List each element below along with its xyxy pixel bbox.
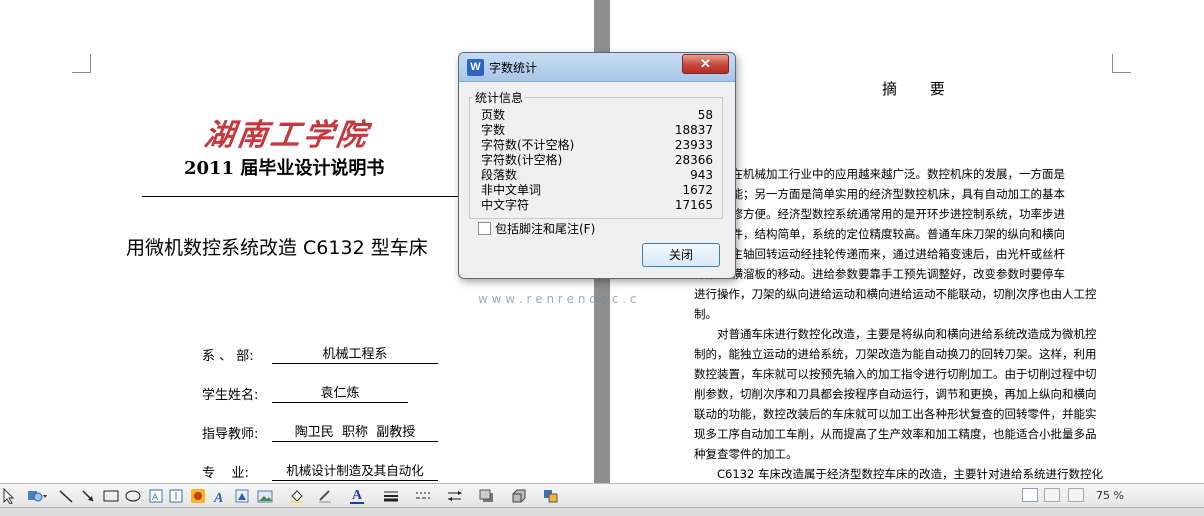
include-footnotes-checkbox[interactable] <box>478 222 491 235</box>
abstract-line: 动是由主轴回转运动经挂轮传递而来，通过进给箱变速后，由光杆或丝杆 <box>697 247 1065 261</box>
abstract-line: 驱动元件，结构简单，系统的定位精度较高。普通车床刀架的纵向和横向 <box>697 227 1065 241</box>
cover-info-row-student: 学生姓名: 袁仁炼 <box>202 382 408 403</box>
abstract-line: 联动的功能，数控改装后的车床就可以加工出各种形状复查的回转零件，并能实 <box>694 407 1097 421</box>
picture-icon[interactable] <box>256 488 274 504</box>
stat-label: 字数 <box>481 123 506 137</box>
abstract-line: 现多工序自动加工车削，从而提高了生产效率和加工精度，也能适合小批量多品 <box>694 427 1097 441</box>
stat-value: 18837 <box>674 123 713 137</box>
outline-view-icon[interactable] <box>1044 488 1060 502</box>
abstract-line: C6132 车床改造属于经济型数控车床的改造，主要针对进给系统进行数控化 <box>694 467 1103 481</box>
dialog-title: 字数统计 <box>489 61 538 75</box>
cover-info-row-department: 系 、 部: 机械工程系 <box>202 343 438 364</box>
zoom-level[interactable]: 75 % <box>1096 488 1146 504</box>
autoshapes-icon[interactable] <box>26 488 48 504</box>
diagram-icon[interactable]: A <box>212 488 228 504</box>
abstract-line: 进行操作，刀架的纵向进给运动和横向进给运动不能联动，切削次序也由人工控 <box>694 287 1097 301</box>
stat-label: 字符数(计空格) <box>481 153 563 167</box>
info-value: 机械设计制造及其自动化 <box>272 460 438 481</box>
oval-icon[interactable] <box>124 488 142 504</box>
font-color-icon[interactable]: A <box>350 488 364 504</box>
stat-row-words: 字数 18837 <box>481 123 713 138</box>
abstract-line: 溜板、横溜板的移动。进给参数要靠手工预先调整好，改变参数时要停车 <box>697 267 1065 281</box>
info-value: 袁仁炼 <box>272 382 408 403</box>
school-name-logo: 湖南工学院 <box>202 118 372 153</box>
stat-label: 非中文单词 <box>481 183 542 197</box>
stat-value: 23933 <box>674 138 713 152</box>
dash-style-icon[interactable] <box>414 488 432 504</box>
line-style-icon[interactable] <box>382 488 400 504</box>
cover-info-row-advisor: 指导教师: 陶卫民 职称 副教授 <box>202 421 438 442</box>
info-value: 机械工程系 <box>272 343 438 364</box>
abstract-line: 种复查零件的加工。 <box>694 447 798 461</box>
svg-text:A: A <box>152 492 158 502</box>
rectangle-icon[interactable] <box>102 488 120 504</box>
margin-corner-mark <box>72 54 91 73</box>
line-icon[interactable] <box>58 488 74 504</box>
fill-color-icon[interactable] <box>288 488 308 504</box>
include-footnotes-label[interactable]: 包括脚注和尾注(F) <box>495 220 595 237</box>
stat-row-non-chinese-words: 非中文单词 1672 <box>481 183 713 198</box>
arrow-icon[interactable] <box>80 488 96 504</box>
wordart-icon[interactable] <box>190 488 206 504</box>
info-label: 学生姓名: <box>202 388 259 403</box>
arrow-style-icon[interactable] <box>446 488 464 504</box>
close-button[interactable]: 关闭 <box>642 243 720 267</box>
stat-label: 字符数(不计空格) <box>481 138 575 152</box>
clipart-icon[interactable] <box>234 488 250 504</box>
abstract-line: 、高性能；另一方面是简单实用的经济型数控机床，具有自动加工的基本 <box>697 187 1065 201</box>
svg-text:A: A <box>213 491 223 504</box>
vertical-textbox-icon[interactable] <box>168 488 184 504</box>
abstract-line: 对普通车床进行数控化改造，主要是将纵向和横向进给系统改造成为微机控 <box>694 327 1097 341</box>
abstract-line: 操作维修方便。经济型数控系统通常用的是开环步进控制系统，功率步进 <box>697 207 1065 221</box>
stat-value: 1672 <box>682 183 713 197</box>
margin-corner-mark <box>1112 54 1131 73</box>
info-label: 专 业: <box>202 466 249 481</box>
shadow-icon[interactable] <box>478 488 496 504</box>
thesis-title: 用微机数控系统改造 C6132 型车床 <box>126 237 428 259</box>
abstract-line: 控机床在机械加工行业中的应用越来越广泛。数控机床的发展，一方面是 <box>697 167 1065 181</box>
stat-row-pages: 页数 58 <box>481 108 713 123</box>
cover-info-row-major: 专 业: 机械设计制造及其自动化 <box>202 460 438 481</box>
word-count-dialog: W 字数统计 ✕ 统计信息 页数 58 字数 18837 字符数(不计空格) 2… <box>458 52 736 279</box>
stat-value: 17165 <box>674 198 713 212</box>
abstract-line: 数控装置，车床就可以按预先输入的加工指令进行切削加工。由于切削过程中切 <box>694 367 1097 381</box>
info-value: 陶卫民 职称 副教授 <box>272 421 438 442</box>
abstract-line: 制。 <box>694 307 717 321</box>
stat-value: 943 <box>690 168 713 182</box>
page-view-icon[interactable] <box>1022 488 1038 502</box>
stat-row-chars-with-spaces: 字符数(计空格) 28366 <box>481 153 713 168</box>
info-label: 指导教师: <box>202 427 259 442</box>
info-label: 系 、 部: <box>202 349 254 364</box>
cover-subtitle: 2011 届毕业设计说明书 <box>184 158 385 179</box>
3d-icon[interactable] <box>510 488 528 504</box>
stat-value: 58 <box>697 108 713 122</box>
line-color-icon[interactable] <box>316 488 336 504</box>
select-arrow-icon[interactable] <box>2 488 14 504</box>
stat-label: 中文字符 <box>481 198 530 212</box>
drawing-toolbar: A A A 75 % <box>0 483 1204 508</box>
stat-label: 段落数 <box>481 168 518 182</box>
stat-value: 28366 <box>674 153 713 167</box>
statistics-group-label: 统计信息 <box>473 89 526 106</box>
abstract-body: 控机床在机械加工行业中的应用越来越广泛。数控机床的发展，一方面是 、高性能；另一… <box>694 164 1112 484</box>
stat-row-chars-no-spaces: 字符数(不计空格) 23933 <box>481 138 713 153</box>
textbox-icon[interactable]: A <box>148 488 164 504</box>
stat-row-paragraphs: 段落数 943 <box>481 168 713 183</box>
close-icon[interactable]: ✕ <box>682 54 729 74</box>
stat-row-chinese-chars: 中文字符 17165 <box>481 198 713 213</box>
abstract-title: 摘 要 <box>882 80 959 98</box>
wps-app-icon: W <box>467 59 484 76</box>
abstract-line: 削参数，切削次序和刀具都会按程序自动运行，调节和更换，再加上纵向和横向 <box>694 387 1097 401</box>
web-view-icon[interactable] <box>1068 488 1084 502</box>
stat-label: 页数 <box>481 108 506 122</box>
arrange-icon[interactable] <box>542 488 560 504</box>
abstract-line: 制的，能独立运动的进给系统，刀架改造为能自动换刀的回转刀架。这样，利用 <box>694 347 1097 361</box>
